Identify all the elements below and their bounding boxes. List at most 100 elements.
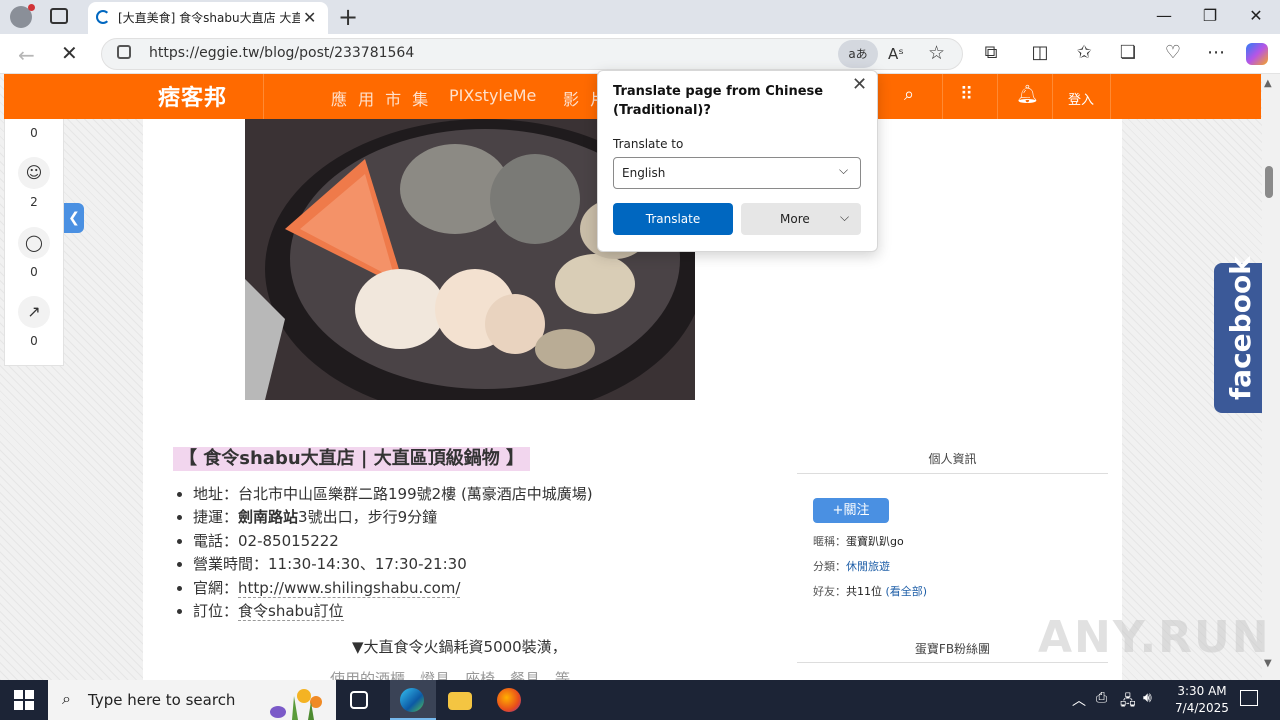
- clock-date: 7/4/2025: [1175, 701, 1229, 715]
- collections-icon[interactable]: ❏: [1115, 42, 1141, 63]
- comment-icon[interactable]: ◯: [18, 227, 50, 259]
- header-divider: [1110, 74, 1111, 119]
- login-button[interactable]: 登入: [1068, 89, 1094, 108]
- friends-all-link[interactable]: (看全部): [886, 585, 928, 598]
- url-text[interactable]: https://eggie.tw/blog/post/233781564: [149, 45, 414, 61]
- task-view-icon[interactable]: [350, 691, 368, 709]
- tab-title: [大直美食] 食令shabu大直店 大直…: [118, 11, 300, 25]
- nickname-label: 暱稱：: [813, 535, 846, 548]
- header-divider: [263, 74, 264, 119]
- translate-popup-title: Translate page from Chinese (Traditional…: [613, 84, 824, 118]
- back-button[interactable]: ←: [18, 43, 35, 67]
- category-link[interactable]: 休閒旅遊: [846, 560, 890, 573]
- loading-spinner-icon: [96, 10, 110, 24]
- site-logo[interactable]: 痞客邦: [158, 80, 227, 112]
- copilot-icon[interactable]: [1246, 43, 1268, 65]
- translate-icon[interactable]: aあ: [838, 40, 878, 68]
- booking-link[interactable]: 食令shabu訂位: [238, 602, 344, 622]
- friends-label: 好友：: [813, 585, 846, 598]
- site-info-icon[interactable]: [117, 45, 131, 59]
- close-icon[interactable]: ✕: [852, 74, 867, 95]
- search-icon: ⌕: [62, 689, 71, 708]
- split-screen-icon[interactable]: ◫: [1027, 42, 1053, 63]
- website-link[interactable]: http://www.shilingshabu.com/: [238, 578, 461, 598]
- header-divider: [1052, 74, 1053, 119]
- comment-count: 0: [30, 265, 38, 279]
- new-tab-button[interactable]: +: [338, 3, 358, 31]
- file-explorer-icon[interactable]: [448, 692, 472, 710]
- scroll-thumb[interactable]: [1265, 166, 1273, 198]
- nav-app-market[interactable]: 應 用 市 集: [331, 86, 431, 110]
- tab-close-icon[interactable]: ✕: [303, 8, 316, 27]
- rail-toggle-button[interactable]: ❮: [64, 203, 84, 233]
- category-row: 分類：休閒旅遊: [813, 558, 890, 574]
- website-item: 官網：http://www.shilingshabu.com/: [193, 577, 593, 600]
- share-icon[interactable]: ↗: [18, 296, 50, 328]
- mrt-detail: 3號出口，步行9分鐘: [298, 508, 438, 527]
- reaction-icon[interactable]: ☺: [18, 157, 50, 189]
- language-select[interactable]: English: [613, 157, 861, 189]
- windows-start-icon[interactable]: [14, 690, 34, 710]
- network-icon[interactable]: 🖧︎: [1120, 690, 1136, 714]
- clock-time: 3:30 AM: [1177, 684, 1227, 698]
- website-label: 官網：: [193, 578, 239, 597]
- tab-actions-icon[interactable]: [50, 8, 68, 24]
- nickname-value: 蛋寶趴趴go: [846, 535, 904, 548]
- phone-item: 電話：02-85015222: [193, 530, 593, 553]
- section-divider: [797, 473, 1108, 474]
- friends-row: 好友：共11位 (看全部): [813, 583, 927, 599]
- favorites-icon[interactable]: ✩: [1071, 42, 1097, 63]
- photo-caption: ▼大直食令火鍋耗資5000裝潢，: [352, 638, 567, 656]
- clock[interactable]: 3:30 AM 7/4/2025: [1172, 683, 1232, 717]
- volume-icon[interactable]: 🔊︎: [1143, 690, 1152, 706]
- header-divider: [942, 74, 943, 119]
- header-divider: [997, 74, 998, 119]
- edge-icon[interactable]: [400, 688, 424, 712]
- browser-essentials-icon[interactable]: ♡: [1160, 42, 1186, 63]
- extensions-icon[interactable]: ⧉: [978, 42, 1004, 63]
- mrt-item: 捷運：劍南路站3號出口，步行9分鐘: [193, 506, 593, 529]
- tray-overflow-icon[interactable]: ︿: [1072, 690, 1086, 710]
- apps-icon[interactable]: ⠿: [960, 84, 973, 105]
- meet-now-icon[interactable]: ⎙: [1096, 690, 1107, 706]
- facebook-tab-label: facebook: [1224, 256, 1257, 400]
- nickname-row: 暱稱：蛋寶趴趴go: [813, 533, 904, 549]
- share-count: 0: [30, 334, 38, 348]
- like-count: 0: [30, 126, 38, 140]
- scrollbar[interactable]: [1262, 74, 1280, 680]
- booking-label: 訂位：: [193, 602, 239, 621]
- booking-item: 訂位：食令shabu訂位: [193, 600, 593, 623]
- chevron-down-icon: ⌵: [840, 210, 850, 224]
- translate-button[interactable]: Translate: [613, 203, 733, 235]
- friends-count: 共11位: [846, 585, 882, 598]
- translate-to-label: Translate to: [613, 137, 684, 151]
- favorite-star-icon[interactable]: ☆: [928, 42, 945, 64]
- search-icon[interactable]: ⌕: [904, 84, 914, 105]
- address-item: 地址：台北市中山區樂群二路199號2樓 (萬豪酒店中城廣場): [193, 483, 593, 506]
- article-heading: 【 食令shabu大直店 | 大直區頂級鍋物 】: [173, 447, 531, 471]
- restaurant-info-list: 地址：台北市中山區樂群二路199號2樓 (萬豪酒店中城廣場) 捷運：劍南路站3號…: [193, 483, 593, 623]
- close-window-button[interactable]: ✕: [1233, 6, 1279, 25]
- read-aloud-icon[interactable]: Aˢ: [888, 45, 904, 63]
- stop-loading-button[interactable]: ✕: [61, 41, 78, 65]
- maximize-button[interactable]: ❐: [1187, 6, 1233, 25]
- mrt-label: 捷運：: [193, 508, 239, 527]
- more-menu-icon[interactable]: ⋯: [1203, 42, 1229, 63]
- hours-item: 營業時間：11:30-14:30、17:30-21:30: [193, 553, 593, 576]
- minimize-button[interactable]: —: [1141, 6, 1187, 25]
- notification-center-icon[interactable]: [1240, 690, 1258, 706]
- watermark: ANY.RUN: [1038, 612, 1271, 663]
- reaction-count: 2: [30, 195, 38, 209]
- search-placeholder: Type here to search: [88, 691, 236, 709]
- category-label: 分類：: [813, 560, 846, 573]
- chevron-down-icon: ⌵: [839, 163, 849, 177]
- search-highlight-art: [264, 682, 332, 720]
- notification-dot: [28, 4, 35, 11]
- follow-button[interactable]: +關注: [813, 498, 889, 523]
- profile-section-title: 個人資訊: [928, 452, 977, 466]
- firefox-icon[interactable]: [497, 688, 521, 712]
- scroll-up-arrow[interactable]: ▲: [1264, 78, 1272, 89]
- mrt-station: 劍南路站: [238, 508, 299, 527]
- bell-icon[interactable]: 🔔︎: [1016, 84, 1039, 105]
- nav-pixstyleme[interactable]: PIXstyleMe: [449, 86, 536, 105]
